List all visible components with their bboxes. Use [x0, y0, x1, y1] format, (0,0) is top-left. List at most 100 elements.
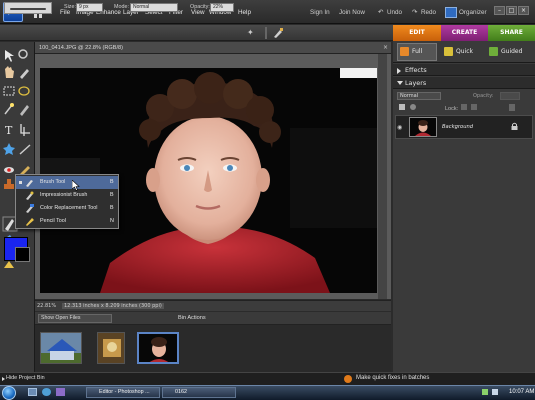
document-dimensions: 12.313 inches x 8.209 inches (300 ppi)	[62, 303, 164, 309]
tab-quick[interactable]: Quick	[444, 44, 473, 60]
bin-thumbnail-3-selected[interactable]	[137, 332, 179, 364]
layer-blend-mode-select[interactable]: Normal	[397, 92, 441, 100]
lock-all-icon	[471, 104, 477, 110]
mode-label: Mode:	[114, 4, 129, 10]
zoom-level: 22.81%	[37, 303, 57, 309]
show-desktop-icon[interactable]	[28, 388, 37, 396]
color-replacement-icon	[26, 204, 34, 213]
flyout-impressionist-brush[interactable]: Impressionist Brush B	[16, 189, 118, 202]
bin-thumbnail-2[interactable]	[97, 332, 125, 364]
windows-taskbar	[0, 385, 535, 400]
options-bar	[0, 25, 394, 41]
move-tool-icon	[5, 50, 14, 62]
switch-windows-icon[interactable]	[56, 388, 65, 396]
brush-settings-icon[interactable]	[272, 27, 284, 39]
marquee-tool-icon	[3, 86, 15, 96]
layer-lock-icon	[511, 122, 518, 130]
thumbnail-room-image	[98, 333, 124, 363]
document-title: 100_0414.JPG @ 22.8% (RGB/8)	[35, 42, 391, 54]
organizer-button[interactable]: Organizer	[459, 9, 487, 16]
hand-tool-icon	[5, 66, 14, 78]
bottom-status-bar	[0, 372, 535, 385]
layer-thumbnail	[409, 117, 437, 137]
taskbar-editor-button[interactable]: Editor - Photoshop ...	[86, 387, 160, 398]
undo-button[interactable]: Undo	[387, 9, 402, 16]
menu-view[interactable]: View	[191, 9, 205, 16]
join-now-link[interactable]: Join Now	[339, 9, 365, 16]
expanded-triangle-icon	[397, 81, 403, 85]
menu-file[interactable]: File	[60, 9, 70, 16]
brush-stroke-preview	[10, 8, 46, 10]
type-tool-icon: T	[5, 124, 13, 137]
tab-guided[interactable]: Guided	[489, 44, 522, 60]
opacity-field[interactable]: 22%	[210, 3, 234, 12]
bin-thumbnail-1[interactable]	[40, 332, 82, 364]
layer-actions-toolbar: Lock:	[399, 104, 515, 112]
taskbar-folder-button[interactable]: 0162	[162, 387, 236, 398]
layers-panel-header[interactable]: Layers	[393, 77, 535, 89]
lock-label-text: Lock:	[445, 106, 459, 112]
brush-tool-icon	[5, 219, 14, 231]
visibility-eye-icon[interactable]: ◉	[397, 124, 402, 131]
eyedropper-icon	[20, 69, 29, 79]
adjustment-layer-icon	[410, 104, 416, 110]
layer-thumbnail-image	[410, 118, 436, 136]
tab-share[interactable]: SHARE	[488, 25, 535, 41]
flyout-color-replacement-tool[interactable]: Color Replacement Tool B	[16, 202, 118, 215]
brush-preset-picker[interactable]	[4, 2, 52, 14]
close-icon[interactable]: ×	[518, 6, 529, 15]
impressionist-brush-icon	[26, 191, 34, 200]
menu-help[interactable]: Help	[238, 9, 251, 16]
mode-select[interactable]: Normal	[130, 3, 178, 12]
flyout-pencil-tool[interactable]: Pencil Tool N	[16, 215, 118, 228]
flyout-brush-tool[interactable]: Brush Tool B	[16, 176, 118, 189]
options-divider	[265, 27, 267, 39]
hide-project-bin-button[interactable]: Hide Project Bin	[6, 375, 45, 381]
size-field[interactable]: 9 px	[76, 3, 103, 12]
show-open-files-select[interactable]: Show Open Files	[38, 314, 112, 323]
layer-name: Background	[442, 124, 474, 130]
document-status-bar: 22.81% 12.313 inches x 8.209 inches (300…	[35, 300, 391, 311]
tip-link[interactable]: Make quick fixes in batches	[356, 375, 429, 381]
hide-bin-triangle-icon[interactable]	[2, 377, 5, 381]
brush-tool-flyout: Brush Tool B Impressionist Brush B Color…	[15, 174, 119, 229]
tab-edit[interactable]: EDIT	[393, 25, 441, 41]
maximize-icon[interactable]: □	[506, 6, 517, 15]
system-clock[interactable]: 10:07 AM	[509, 389, 534, 395]
redo-icon[interactable]: ↷	[412, 9, 417, 16]
sign-in-link[interactable]: Sign In	[310, 9, 330, 16]
minimize-icon[interactable]: –	[494, 6, 505, 15]
effects-panel-header[interactable]: Effects	[393, 64, 535, 76]
zoom-tool-icon	[18, 49, 28, 59]
straighten-tool-icon	[19, 144, 31, 155]
bin-actions-menu[interactable]: Bin Actions	[178, 315, 206, 321]
document-close-icon[interactable]: ×	[383, 44, 390, 51]
full-edit-icon	[400, 47, 409, 56]
layer-opacity-field[interactable]	[500, 92, 520, 100]
start-button[interactable]	[2, 386, 16, 400]
collapsed-triangle-icon	[397, 68, 401, 74]
tray-network-icon[interactable]	[482, 389, 488, 395]
tab-full[interactable]: Full	[400, 44, 422, 60]
shape-tool-icon	[4, 261, 14, 268]
selected-bullet-icon	[19, 181, 22, 184]
tip-icon	[344, 375, 352, 383]
ie-quicklaunch-icon[interactable]	[42, 388, 51, 396]
vertical-scrollbar[interactable]	[378, 54, 387, 299]
tray-volume-icon[interactable]	[492, 389, 498, 395]
size-label: Size:	[64, 4, 76, 10]
lasso-tool-icon	[18, 86, 30, 96]
airbrush-icon[interactable]: ✦	[247, 28, 254, 37]
delete-layer-icon	[509, 104, 515, 111]
undo-icon[interactable]: ↶	[378, 9, 383, 16]
tab-create[interactable]: CREATE	[441, 25, 488, 41]
guided-edit-icon	[489, 47, 498, 56]
redo-button[interactable]: Redo	[421, 9, 436, 16]
new-layer-icon	[399, 104, 405, 110]
pencil-icon	[26, 218, 34, 226]
mouse-cursor-icon	[72, 180, 80, 191]
background-color-swatch[interactable]	[15, 247, 30, 262]
crop-tool-icon	[20, 124, 30, 136]
lock-transparent-icon	[461, 104, 467, 110]
organizer-icon[interactable]	[445, 7, 457, 18]
